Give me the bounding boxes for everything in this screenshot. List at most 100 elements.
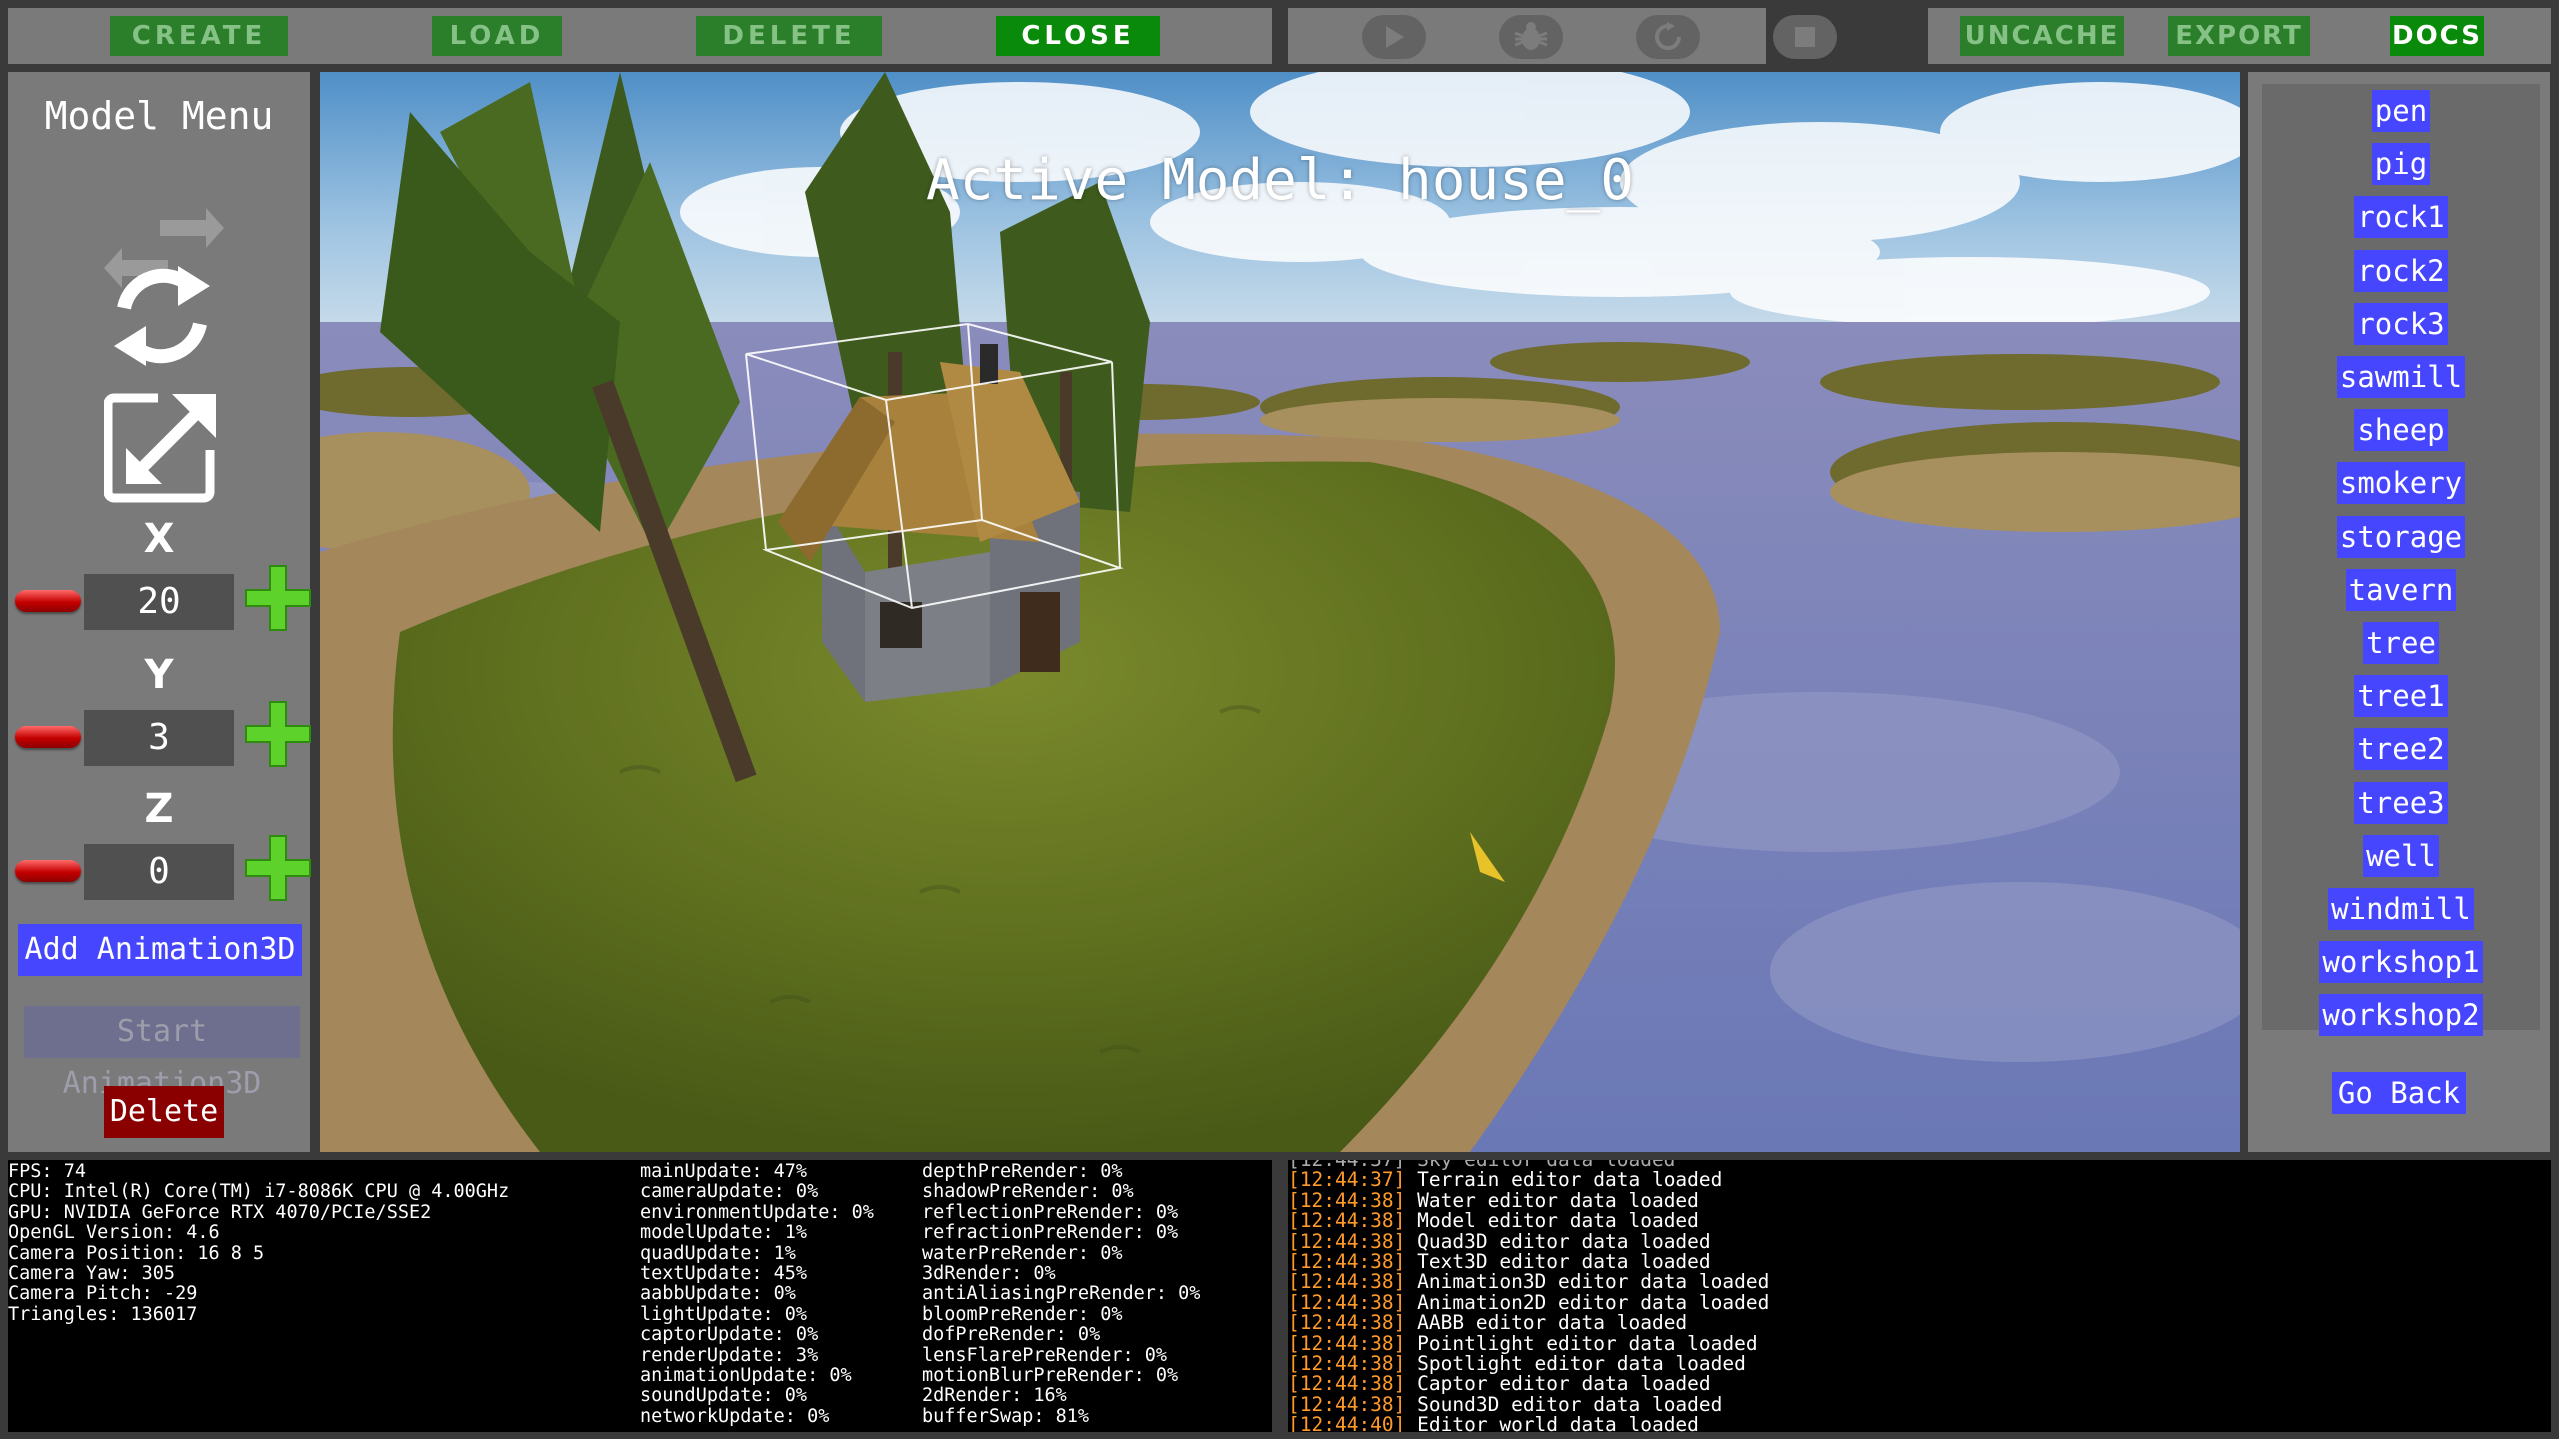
stat-line: environmentUpdate: 0% [640,1201,874,1223]
log-line: [12:44:38] Animation3D editor data loade… [1288,1272,1769,1292]
model-list-item[interactable]: windmill [2262,888,2540,930]
model-list-item[interactable]: workshop2 [2262,994,2540,1037]
stat-line: animationUpdate: 0% [640,1365,852,1387]
model-list-item[interactable]: tree [2262,622,2540,664]
model-list-item-label: tavern [2345,568,2457,611]
delete-button[interactable]: DELETE [696,16,882,56]
stat-line: 2dRender: 16% [922,1385,1067,1407]
model-list-item-label: storage [2336,515,2466,558]
model-list-item[interactable]: well [2262,834,2540,877]
log-line: [12:44:40] Editor world data loaded [1288,1415,1769,1432]
y-decrease-button[interactable] [15,726,81,748]
model-list-item[interactable]: tree1 [2262,675,2540,718]
model-list-item[interactable]: workshop1 [2262,941,2540,984]
model-list-item-label: tree1 [2354,675,2448,718]
docs-button[interactable]: DOCS [2390,16,2484,56]
z-decrease-button[interactable] [15,860,81,882]
stat-line: Camera Pitch: -29 [8,1283,198,1305]
active-model-title: Active Model: house_0 [925,148,1634,213]
start-animation3d-button[interactable]: Start Animation3D [24,1006,300,1101]
stat-line: mainUpdate: 47% [640,1161,808,1182]
log-timestamp: [12:44:40] [1288,1413,1406,1432]
log-line: [12:44:37] Terrain editor data loaded [1288,1170,1769,1190]
log-line: [12:44:38] Model editor data loaded [1288,1211,1769,1231]
stat-line: refractionPreRender: 0% [922,1222,1179,1244]
add-animation3d-button[interactable]: Add Animation3D [18,924,302,976]
stat-line: networkUpdate: 0% [640,1405,830,1427]
top-toolbar [1288,8,1837,64]
stat-line: aabbUpdate: 0% [640,1283,796,1305]
stat-line: dofPreRender: 0% [922,1324,1101,1346]
model-list-item[interactable]: sawmill [2262,356,2540,398]
model-list-item-label: tree3 [2354,781,2448,824]
stat-line: textUpdate: 45% [640,1263,808,1285]
model-list-item-label: pig [2371,143,2431,186]
stat-line: motionBlurPreRender: 0% [922,1365,1179,1387]
system-stats: FPS: 74 CPU: Intel(R) Core(TM) i7-8086K C… [8,1161,510,1325]
stat-line: CPU: Intel(R) Core(TM) i7-8086K CPU @ 4.… [8,1181,510,1203]
model-list-item-label: pen [2371,90,2431,132]
model-list-item-label: rock2 [2354,249,2448,292]
model-list-item[interactable]: tree2 [2262,728,2540,771]
stat-line: shadowPreRender: 0% [922,1181,1134,1203]
model-list-item-label: rock1 [2354,196,2448,239]
stat-line: OpenGL Version: 4.6 [8,1222,220,1244]
export-button[interactable]: EXPORT [2168,16,2310,56]
z-increase-button[interactable] [242,832,314,904]
model-list-item[interactable]: storage [2262,515,2540,558]
stat-line: renderUpdate: 3% [640,1344,819,1366]
z-input[interactable]: 0 [84,844,234,900]
y-input[interactable]: 3 [84,710,234,766]
create-button[interactable]: CREATE [110,16,288,56]
x-decrease-button[interactable] [15,590,81,612]
play-icon[interactable] [1362,15,1426,59]
x-input[interactable]: 20 [84,574,234,630]
log-console[interactable]: [12:44:37] Sky editor data loaded[12:44:… [1288,1160,2551,1432]
delete-model-button[interactable]: Delete [104,1086,224,1138]
log-line: [12:44:38] Quad3D editor data loaded [1288,1231,1769,1252]
model-list-item-label: windmill [2328,888,2474,930]
model-list-item[interactable]: smokery [2262,462,2540,505]
reset-icon[interactable] [1636,15,1700,59]
x-label: X [143,516,175,562]
render-stats: depthPreRender: 0% shadowPreRender: 0% ref… [922,1161,1201,1427]
stat-line: bufferSwap: 81% [922,1405,1090,1427]
model-list-item-label: sheep [2354,409,2448,452]
model-list-item[interactable]: pig [2262,143,2540,186]
close-button[interactable]: CLOSE [996,16,1160,56]
model-list-item[interactable]: rock2 [2262,249,2540,292]
x-increase-button[interactable] [242,562,314,634]
model-list-item-label: workshop1 [2319,941,2483,984]
model-list-item[interactable]: sheep [2262,409,2540,452]
stat-line: antiAliasingPreRender: 0% [922,1283,1201,1305]
model-list-item-label: workshop2 [2319,994,2483,1037]
scale-icon[interactable] [103,392,220,504]
go-back-button[interactable]: Go Back [2260,1072,2538,1114]
model-list-item-label: smokery [2336,462,2466,505]
stat-line: Triangles: 136017 [8,1303,198,1325]
stat-line: Camera Yaw: 305 [8,1263,176,1285]
model-list-box: pen pig rock1 rock2 rock3 sawmill sheep smokery… [2262,84,2540,1037]
stat-line: GPU: NVIDIA GeForce RTX 4070/PCIe/SSE2 [8,1201,432,1223]
stat-line: waterPreRender: 0% [922,1242,1123,1264]
stat-line: 3dRender: 0% [922,1263,1056,1285]
stat-line: reflectionPreRender: 0% [922,1201,1179,1223]
stop-icon[interactable] [1773,15,1837,59]
log-line: [12:44:38] Captor editor data loaded [1288,1374,1769,1394]
model-list-item[interactable]: rock3 [2262,302,2540,345]
3d-viewport[interactable]: Active Model: house_0 [320,72,2240,1152]
uncache-button[interactable]: UNCACHE [1960,16,2124,56]
model-list-item[interactable]: rock1 [2262,196,2540,239]
stat-line: FPS: 74 [8,1161,86,1182]
model-list-item[interactable]: pen [2262,90,2540,132]
debug-bug-icon[interactable] [1499,15,1563,59]
rotate-icon[interactable] [106,260,218,372]
log-line: [12:44:38] AABB editor data loaded [1288,1313,1769,1333]
model-list-item[interactable]: tavern [2262,568,2540,611]
y-increase-button[interactable] [242,698,314,770]
top-menu-right: UNCACHE EXPORT DOCS [1928,8,2551,64]
go-back-label: Go Back [2331,1072,2467,1114]
model-list-item[interactable]: tree3 [2262,781,2540,824]
load-button[interactable]: LOAD [432,16,562,56]
log-line: [12:44:38] Animation2D editor data loade… [1288,1292,1769,1313]
